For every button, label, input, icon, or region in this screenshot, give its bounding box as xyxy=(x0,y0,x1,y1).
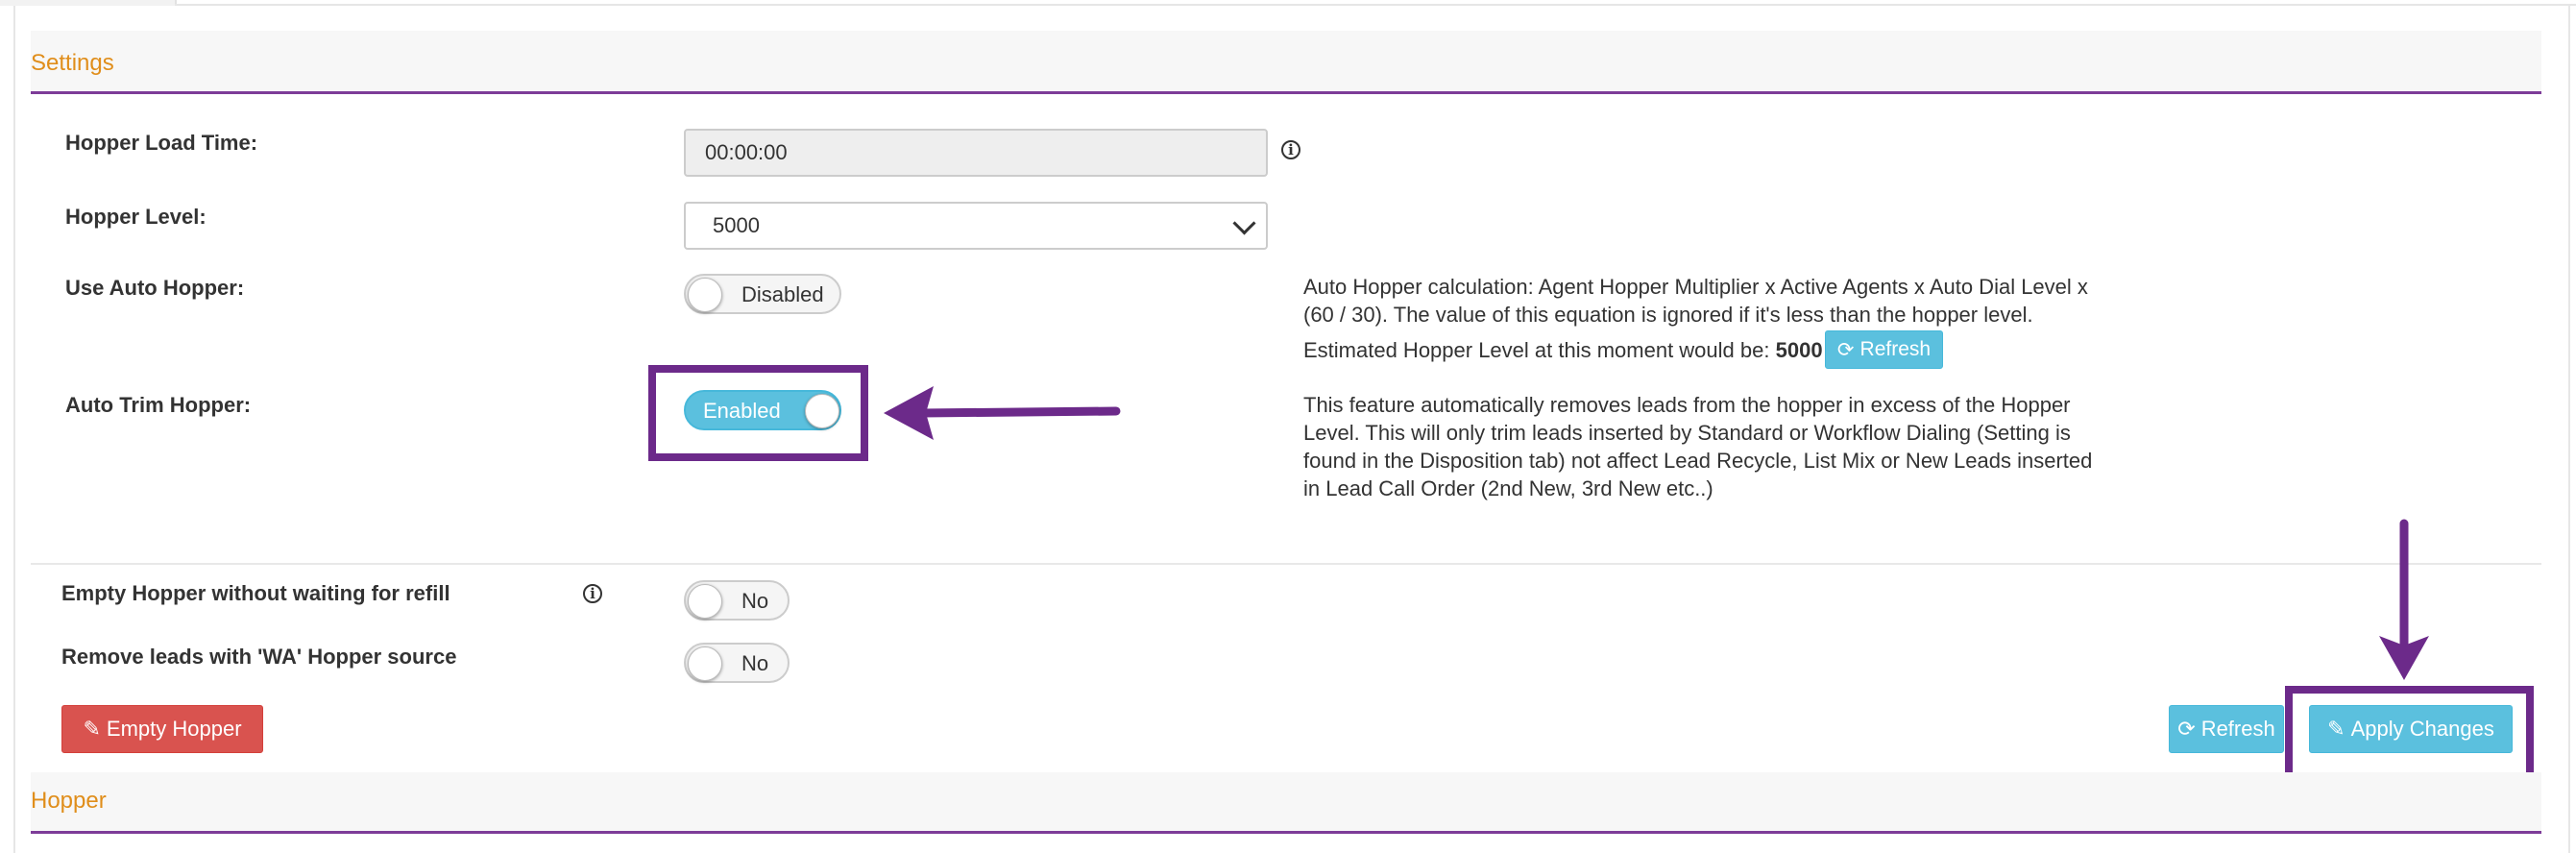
remove-wa-leads-toggle[interactable]: No xyxy=(684,643,790,683)
chevron-down-icon xyxy=(1232,211,1256,235)
estimate-refresh-button[interactable]: ⟳ Refresh xyxy=(1825,330,1943,369)
auto-hopper-description: Auto Hopper calculation: Agent Hopper Mu… xyxy=(1303,273,2088,329)
use-auto-hopper-toggle[interactable]: Disabled xyxy=(684,274,841,314)
remove-wa-leads-state: No xyxy=(741,651,769,675)
info-icon[interactable]: i xyxy=(1281,140,1300,159)
settings-section-header xyxy=(31,31,2541,94)
refresh-button-label: Refresh xyxy=(2200,717,2275,741)
empty-hopper-without-wait-state: No xyxy=(741,589,769,613)
refresh-icon: ⟳ xyxy=(2177,717,2196,741)
use-auto-hopper-label: Use Auto Hopper: xyxy=(65,276,245,300)
auto-trim-hopper-toggle[interactable]: Enabled xyxy=(684,390,841,430)
hopper-section-header xyxy=(31,772,2541,834)
hopper-section-title: Hopper xyxy=(31,788,107,814)
apply-changes-button[interactable]: ✎ Apply Changes xyxy=(2309,705,2513,753)
hopper-load-time-label: Hopper Load Time: xyxy=(65,131,258,155)
toggle-knob xyxy=(688,584,722,619)
estimate-prefix: Estimated Hopper Level at this moment wo… xyxy=(1303,338,1770,362)
hopper-load-time-field: 00:00:00 xyxy=(684,129,1268,177)
apply-changes-button-label: Apply Changes xyxy=(2350,717,2494,741)
info-icon[interactable]: i xyxy=(583,584,602,603)
refresh-button[interactable]: ⟳ Refresh xyxy=(2169,705,2284,753)
annotation-arrow-left xyxy=(884,386,1121,440)
auto-trim-desc-line: Level. This will only trim leads inserte… xyxy=(1303,421,2071,445)
hopper-level-select[interactable]: 5000 xyxy=(684,202,1268,250)
auto-trim-hopper-state: Enabled xyxy=(703,399,781,423)
edit-icon: ✎ xyxy=(83,717,101,741)
use-auto-hopper-state: Disabled xyxy=(741,282,824,306)
estimate-refresh-label: Refresh xyxy=(1859,338,1932,360)
hopper-level-value: 5000 xyxy=(713,213,760,237)
auto-hopper-desc-line2: (60 / 30). The value of this equation is… xyxy=(1303,303,2033,327)
edit-icon: ✎ xyxy=(2327,717,2345,741)
auto-hopper-desc-line1: Auto Hopper calculation: Agent Hopper Mu… xyxy=(1303,275,2088,299)
estimated-hopper-text: Estimated Hopper Level at this moment wo… xyxy=(1303,336,1823,364)
auto-trim-hopper-label: Auto Trim Hopper: xyxy=(65,393,252,417)
auto-trim-description: This feature automatically removes leads… xyxy=(1303,391,2092,502)
toggle-knob xyxy=(805,394,839,428)
toggle-knob xyxy=(688,646,722,681)
hopper-level-label: Hopper Level: xyxy=(65,205,207,229)
empty-hopper-button[interactable]: ✎ Empty Hopper xyxy=(61,705,263,753)
hopper-load-time-value: 00:00:00 xyxy=(705,140,788,164)
section-divider xyxy=(31,563,2541,565)
annotation-arrow-down xyxy=(2379,519,2429,680)
auto-trim-desc-line: This feature automatically removes leads… xyxy=(1303,393,2071,417)
estimate-value: 5000 xyxy=(1775,338,1823,362)
empty-hopper-without-wait-toggle[interactable]: No xyxy=(684,580,790,621)
toggle-knob xyxy=(688,278,722,312)
remove-wa-leads-label: Remove leads with 'WA' Hopper source xyxy=(61,645,457,669)
auto-trim-desc-line: in Lead Call Order (2nd New, 3rd New etc… xyxy=(1303,476,1713,500)
auto-trim-desc-line: found in the Disposition tab) not affect… xyxy=(1303,449,2093,473)
settings-section-title: Settings xyxy=(31,50,114,76)
refresh-icon: ⟳ xyxy=(1836,338,1855,361)
empty-hopper-button-label: Empty Hopper xyxy=(106,717,242,741)
empty-hopper-without-wait-label: Empty Hopper without waiting for refill xyxy=(61,581,450,605)
